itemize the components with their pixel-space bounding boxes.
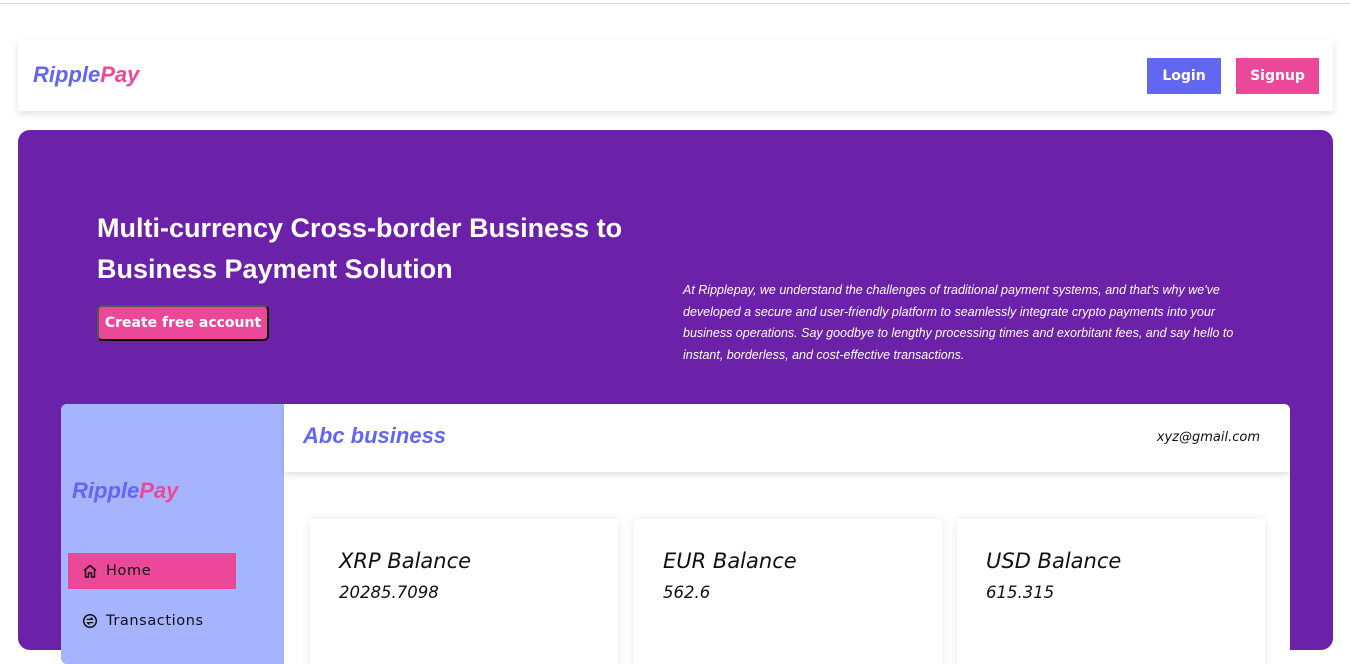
balance-card-eur: EUR Balance 562.6 [634,519,942,664]
balance-value: 615.315 [986,583,1055,602]
balance-value: 20285.7098 [339,583,439,602]
dashboard-preview: RipplePay Home Transactions Abc business… [61,404,1290,664]
dashboard-sidebar: RipplePay Home Transactions [61,404,284,664]
brand-logo[interactable]: RipplePay [33,62,139,88]
balance-title: EUR Balance [663,549,797,573]
sidebar-item-transactions[interactable]: Transactions [68,603,236,639]
sidebar-item-label: Transactions [106,613,204,629]
business-name: Abc business [303,423,447,448]
login-button[interactable]: Login [1147,58,1221,94]
transactions-icon [82,613,98,629]
sidebar-brand-part-2: Pay [139,478,179,503]
sidebar-item-home[interactable]: Home [68,553,236,589]
brand-part-1: Ripple [33,62,101,87]
brand-part-2: Pay [100,62,140,87]
top-divider [0,3,1350,4]
hero-section: Multi-currency Cross-border Business to … [18,130,1333,664]
home-icon [83,564,97,578]
signup-button[interactable]: Signup [1236,58,1319,94]
balance-card-usd: USD Balance 615.315 [957,519,1265,664]
balance-card-xrp: XRP Balance 20285.7098 [310,519,618,664]
user-email: xyz@gmail.com [1156,430,1260,445]
balance-value: 562.6 [663,583,711,602]
dashboard-header: Abc business xyz@gmail.com [284,404,1290,472]
create-account-button[interactable]: Create free account [97,305,269,341]
sidebar-brand-part-1: Ripple [72,478,140,503]
balance-title: USD Balance [986,549,1122,573]
hero-title: Multi-currency Cross-border Business to … [97,213,623,284]
balance-title: XRP Balance [339,549,472,573]
sidebar-item-label: Home [106,563,152,579]
navbar: RipplePay Login Signup [18,40,1333,111]
sidebar-brand-logo[interactable]: RipplePay [72,478,178,504]
hero-description: At Ripplepay, we understand the challeng… [683,283,1234,362]
